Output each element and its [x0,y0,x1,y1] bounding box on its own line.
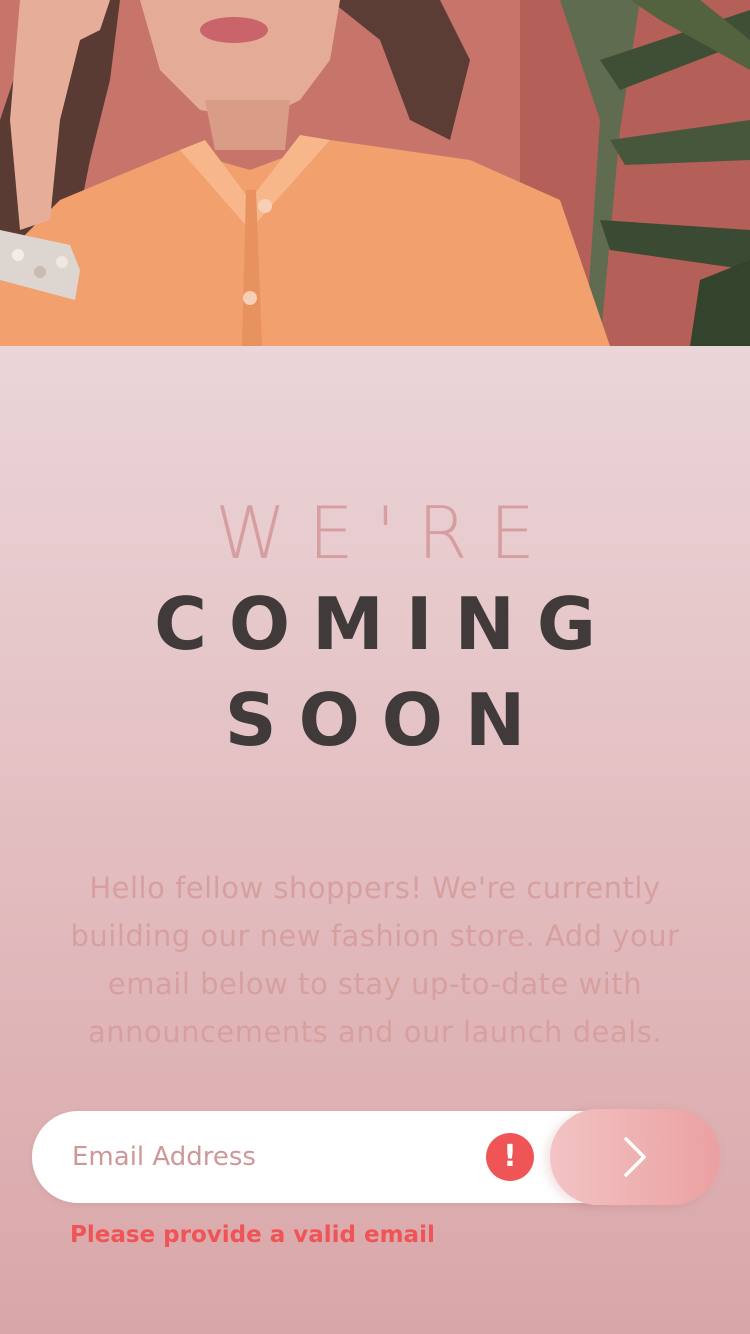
email-signup-form: ! [32,1109,720,1206]
error-icon: ! [486,1133,534,1181]
intro-text: Hello fellow shoppers! We're currently b… [70,871,680,1049]
coming-soon-page: WE'RE COMING SOON Hello fellow shoppers!… [0,0,750,1334]
email-input[interactable] [72,1131,472,1183]
headline-line-2: COMING [154,582,618,666]
chevron-right-icon [624,1137,646,1177]
email-error-message: Please provide a valid email [70,1222,435,1248]
hero-photo-illustration [0,0,750,346]
hero-photo [0,0,750,346]
submit-button[interactable] [550,1109,720,1205]
email-field-container: ! [32,1111,632,1203]
headline-line-1: WE'RE [215,491,557,575]
headline: WE'RE COMING SOON [0,490,750,768]
headline-line-3: SOON [224,678,548,762]
